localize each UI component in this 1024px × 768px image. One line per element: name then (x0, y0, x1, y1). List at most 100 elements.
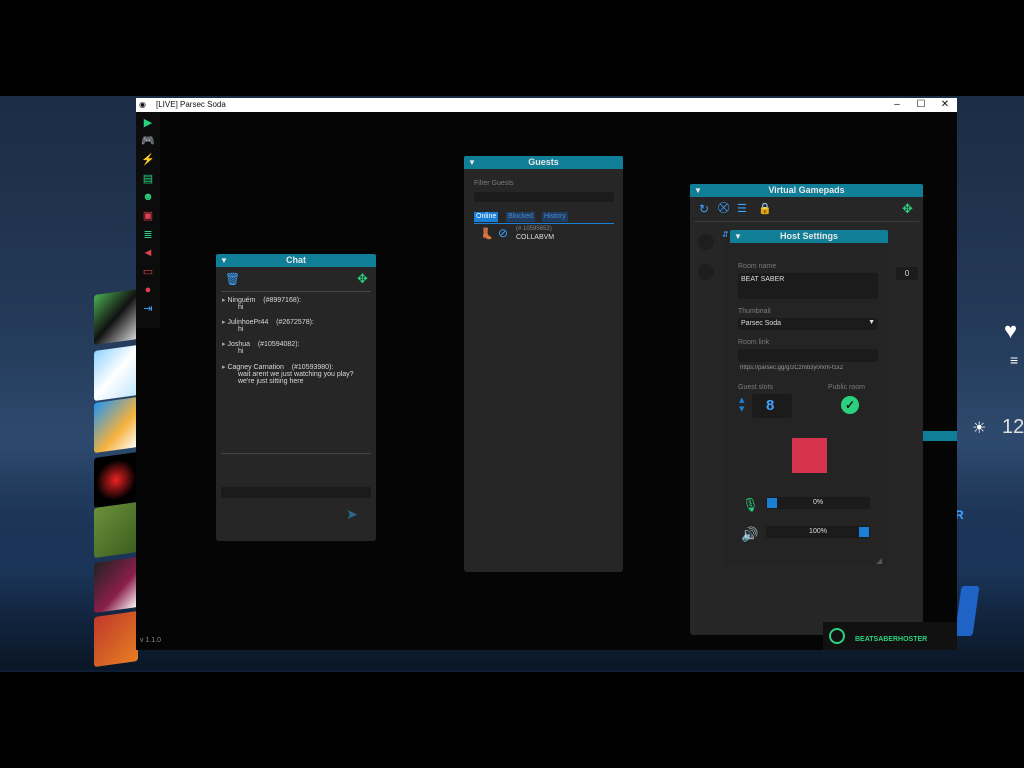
sidebar: ▶ 🎮 ⚡ ▤ ☻ ▣ ≣ ◄ ▭ ● ⇥ (136, 112, 160, 328)
info-icon[interactable]: ● (141, 283, 155, 297)
log-icon[interactable]: ≣ (141, 228, 155, 242)
room-name-input[interactable]: BEAT SABER (738, 273, 878, 299)
combo-counter: 12 (1002, 416, 1024, 438)
chat-user: Cagney Carnation (227, 364, 284, 371)
song-cover (94, 396, 138, 454)
chat-icon[interactable]: ▤ (141, 172, 155, 186)
chat-message: ▸ Joshua (#10594082): hi (222, 340, 370, 355)
host-name: BEATSABERHOSTER (855, 636, 928, 643)
public-room-label: Public room (828, 384, 865, 391)
app-window: ◉ [LIVE] Parsec Soda – ☐ ✕ ▶ 🎮 ⚡ ▤ ☻ ▣ ≣… (136, 98, 957, 650)
lock-icon[interactable]: 🔒 (758, 202, 772, 215)
chat-user: Ninguém (227, 297, 256, 304)
filter-guests-input[interactable] (474, 192, 614, 202)
gamepads-title: Virtual Gamepads (768, 185, 845, 195)
menu-icon: ≡ (1010, 352, 1019, 368)
guests-title: Guests (528, 157, 559, 167)
gamepad-slot[interactable] (698, 234, 714, 250)
play-icon[interactable]: ▶ (141, 116, 155, 130)
send-icon[interactable]: ➤ (346, 506, 358, 523)
speaker-icon[interactable]: ◄ (141, 246, 155, 260)
divider (694, 221, 919, 222)
song-cover (94, 288, 138, 346)
mic-volume-slider[interactable]: 0% (766, 497, 870, 509)
song-cover (94, 501, 138, 559)
minimize-button[interactable]: – (885, 98, 909, 112)
monitor-icon[interactable]: ▭ (141, 265, 155, 279)
gamepads-header[interactable]: ▼ Virtual Gamepads (690, 184, 923, 197)
gamepad-off-icon[interactable]: ⛒ (718, 202, 729, 215)
thumbnail-select[interactable]: Parsec Soda ▼ (738, 318, 878, 330)
collapse-arrow-icon[interactable]: ▼ (220, 254, 228, 267)
chat-text: hi (238, 326, 244, 333)
divider (221, 291, 371, 292)
chat-user-id: (#2672578): (276, 319, 314, 326)
soda-logo-icon[interactable]: ⚡ (141, 153, 155, 167)
resize-handle[interactable]: ◢ (876, 556, 882, 565)
thumbnail-label: Thumbnail (738, 308, 771, 315)
guests-header[interactable]: ▼ Guests (464, 156, 623, 169)
maximize-button[interactable]: ☐ (909, 98, 933, 112)
chat-text: hi (238, 304, 244, 311)
chat-message: ▸ Cagney Carnation (#10593980): wait are… (222, 363, 370, 385)
kick-icon[interactable]: 👢 (480, 227, 494, 240)
room-link-label: Room link (738, 339, 770, 346)
color-swatch[interactable] (792, 438, 827, 473)
chevron-down-icon: ▼ (868, 319, 875, 326)
host-badge: BEATSABERHOSTER (823, 622, 957, 650)
slots-stepper-icon[interactable]: ▴ ▾ (739, 395, 745, 415)
chat-title: Chat (286, 255, 306, 265)
room-name-label: Room name (738, 263, 777, 270)
stepper-icon[interactable]: ⇵ (722, 230, 729, 239)
users-icon[interactable]: ☻ (141, 190, 155, 204)
room-name-counter: 0 (896, 267, 918, 280)
divider (221, 453, 371, 454)
gamepad-slot[interactable] (698, 264, 714, 280)
chat-panel: ▼ Chat 🗑 ✥ ▸ Ninguém (#8997168): hi ▸ Ju… (216, 254, 376, 541)
tab-history[interactable]: History (542, 212, 568, 222)
guest-id: (# 10595652) (516, 226, 552, 232)
speaker-volume-icon[interactable]: 🔊 (741, 526, 758, 543)
chat-input[interactable] (221, 487, 371, 498)
refresh-icon[interactable]: ↻ (699, 202, 709, 216)
host-settings-panel: ⇵ ▼ Host Settings Room name BEAT SABER 0… (722, 230, 918, 566)
song-cover (94, 451, 138, 509)
tab-online[interactable]: Online (474, 212, 499, 222)
microphone-icon[interactable]: 🎙 (742, 497, 759, 513)
collapse-arrow-icon[interactable]: ▼ (468, 156, 476, 169)
trash-icon[interactable]: 🗑 (225, 272, 240, 286)
collapse-arrow-icon[interactable]: ▼ (734, 230, 742, 243)
host-settings-title: Host Settings (779, 231, 838, 241)
collapse-arrow-icon[interactable]: ▼ (694, 184, 702, 197)
mic-level: 0% (812, 499, 824, 506)
heart-icon: ♥ (1004, 318, 1018, 343)
move-icon[interactable]: ✥ (902, 201, 913, 217)
window-title: [LIVE] Parsec Soda (156, 100, 226, 109)
image-icon[interactable]: ▣ (141, 209, 155, 223)
host-settings-header[interactable]: ▼ Host Settings (730, 230, 888, 243)
sort-icon[interactable]: ☰ (737, 202, 747, 215)
room-link-field[interactable] (738, 349, 878, 362)
speaker-volume-slider[interactable]: 100% (766, 526, 870, 538)
tab-blocked[interactable]: Blocked (506, 212, 535, 222)
version-label: v 1.1.0 (140, 637, 162, 644)
move-icon[interactable]: ✥ (357, 271, 368, 287)
speaker-level: 100% (809, 528, 827, 535)
sun-icon: ☀ (972, 420, 987, 437)
chat-user: Joshua (227, 341, 251, 348)
ban-icon[interactable]: ⊘ (498, 226, 508, 240)
gamepad-icon[interactable]: 🎮 (141, 134, 155, 148)
host-avatar-icon (829, 628, 845, 644)
guest-slots-input[interactable]: 8 (752, 394, 792, 418)
exit-icon[interactable]: ⇥ (141, 302, 155, 316)
guest-slots-label: Guest slots (738, 384, 774, 391)
room-link-value[interactable]: https://parsec.gg/g/2Czmb3y0rxm-f1x2 (740, 365, 880, 371)
chat-header[interactable]: ▼ Chat (216, 254, 376, 267)
guest-tabs: Online Blocked History (474, 212, 614, 224)
room-name-value: BEAT SABER (741, 276, 785, 283)
public-room-checkbox[interactable]: ✓ (841, 396, 859, 414)
chat-message: ▸ Ninguém (#8997168): hi (222, 296, 370, 311)
close-button[interactable]: ✕ (933, 98, 957, 112)
chat-user-id: (#10593980): (291, 364, 334, 371)
song-cover (94, 556, 138, 614)
